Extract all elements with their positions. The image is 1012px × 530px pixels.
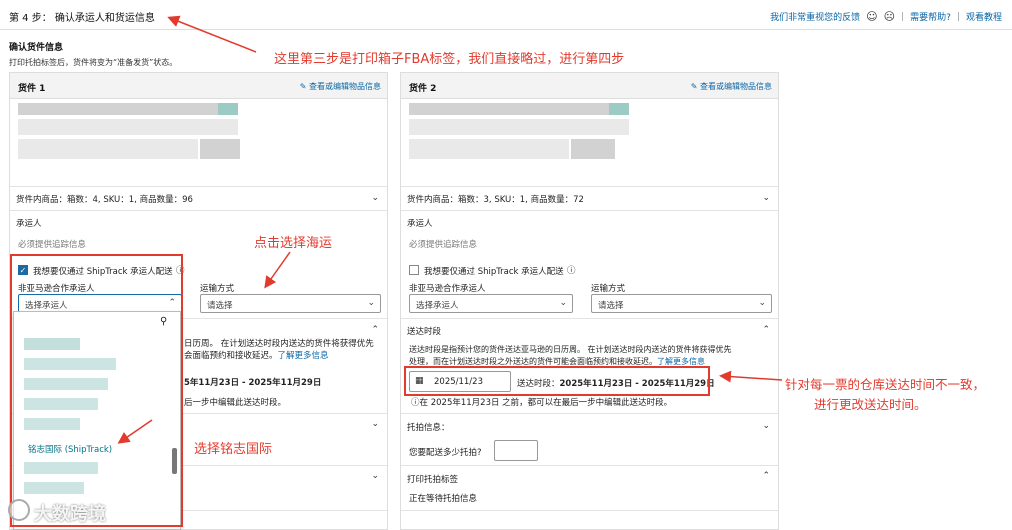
frown-icon[interactable]: ☹ [884,10,895,23]
print-status: 正在等待托拍信息 [409,494,478,504]
feedback-link[interactable]: 我们非常重视您的反馈 [770,10,860,23]
divider [401,186,778,187]
annotation-change-time: 针对每一票的仓库送达时间不一致， [785,377,986,392]
non-partner-label: 非亚马逊合作承运人 [409,284,486,294]
section-desc: 打印托拍标签后，货件将变为“准备发货”状态。 [9,58,178,67]
highlight-box-date [404,366,710,396]
pencil-icon: ✎ [690,82,698,91]
blurred-product [571,139,615,159]
transport-label: 运输方式 [200,284,235,294]
watermark-logo [8,499,30,521]
shiptrack-checkbox[interactable] [409,265,419,275]
edit-items-link[interactable]: ✎ 查看或编辑物品信息 [691,81,772,92]
pallet-question: 您要配送多少托拍? [409,448,482,458]
chevron-down-icon: ⌄ [367,298,375,308]
section-title: 确认货件信息 [9,43,64,53]
shipment-name: 货件 2 [409,84,437,94]
blurred-product [409,119,629,135]
top-links: 我们非常重视您的反馈 ☺ ☹ | 需要帮助? | 观看教程 [770,10,1002,23]
window-title: 送达时段 [407,327,442,337]
shipment-summary: 货件内商品：箱数：4, SKU：1, 商品数量：96 [16,195,193,205]
highlight-box-carrier [10,254,183,527]
blurred-product [409,103,609,115]
divider [401,465,778,466]
annotation-skip-step: 这里第三步是打印箱子FBA标签，我们直接略过，进行第四步 [274,52,625,67]
pencil-icon: ✎ [299,82,307,91]
divider [401,210,778,211]
chevron-down-icon[interactable]: ⌄ [371,193,379,203]
info-icon[interactable]: ⓘ [567,264,576,276]
shiptrack-label: 我想要仅通过 ShipTrack 承运人配送 [424,267,564,277]
divider: | [956,11,960,22]
learn-more-link[interactable]: 了解更多信息 [278,351,329,361]
chevron-up-icon[interactable]: ⌃ [762,471,770,481]
tracking-note: 必须提供追踪信息 [409,240,478,250]
divider [401,413,778,414]
help-link[interactable]: 需要帮助? [910,10,951,23]
blurred-product [200,139,240,159]
window-desc: 处理，而在计划送达时段之外送达的货件可能会面临预约和接收延迟。 [409,357,657,366]
info-icon: ⓘ [411,398,420,408]
shipment-header: 货件 2 ✎ 查看或编辑物品信息 [401,73,778,99]
watermark-text: 大数跨境 [34,504,106,525]
smile-icon[interactable]: ☺ [866,10,877,23]
blurred-product [18,119,238,135]
shipment-name: 货件 1 [18,84,46,94]
chevron-down-icon[interactable]: ⌄ [762,421,770,431]
carrier-select[interactable]: 选择承运人 ⌄ [409,294,573,313]
window-range: 5年11月23日 - 2025年11月29日 [184,378,322,388]
window-desc: 送达时段是指预计您的货件送达亚马逊的日历周。 在计划送达时段内送达的货件将获得优… [409,345,732,354]
shipment-summary: 货件内商品：箱数：3, SKU：1, 商品数量：72 [407,195,584,205]
chevron-down-icon[interactable]: ⌄ [371,471,379,481]
shipment-header: 货件 1 ✎ 查看或编辑物品信息 [10,73,387,99]
blurred-product [218,103,238,115]
blurred-product [18,139,198,159]
blurred-product [18,103,218,115]
transport-label: 运输方式 [591,284,626,294]
learn-more-link[interactable]: 了解更多信息 [657,357,705,366]
carrier-label: 承运人 [407,219,433,229]
chevron-up-icon[interactable]: ⌃ [371,325,379,335]
top-bar: 第 4 步： 确认承运人和货运信息 我们非常重视您的反馈 ☺ ☹ | 需要帮助?… [0,0,1012,30]
divider: | [901,11,905,22]
chevron-down-icon[interactable]: ⌄ [762,193,770,203]
pallet-count-input[interactable] [494,440,538,461]
chevron-down-icon: ⌄ [758,298,766,308]
divider [401,510,778,511]
chevron-down-icon: ⌄ [559,298,567,308]
annotation-change-time: 进行更改送达时间。 [814,397,927,412]
divider [10,186,387,187]
window-desc: 会面临预约和接收延迟。 [184,351,278,361]
carrier-label: 承运人 [16,219,42,229]
blurred-product [409,139,569,159]
transport-select[interactable]: 请选择 ⌄ [200,294,381,313]
transport-select[interactable]: 请选择 ⌄ [591,294,772,313]
annotation-choose-carrier: 选择铭志国际 [194,442,273,457]
chevron-up-icon[interactable]: ⌃ [762,325,770,335]
tracking-note: 必须提供追踪信息 [18,240,87,250]
window-note: 后一步中编辑此送达时段。 [184,398,287,408]
tutorial-link[interactable]: 观看教程 [966,10,1002,23]
print-title: 打印托拍标签 [407,475,459,485]
divider [401,318,778,319]
annotation-choose-sea: 点击选择海运 [254,236,333,251]
chevron-down-icon[interactable]: ⌄ [371,419,379,429]
edit-items-link[interactable]: ✎ 查看或编辑物品信息 [300,81,381,92]
shipment-panel-2: 货件 2 ✎ 查看或编辑物品信息 货件内商品：箱数：3, SKU：1, 商品数量… [400,72,779,530]
step-title: 第 4 步： 确认承运人和货运信息 [9,13,155,24]
window-desc: 日历周。 在计划送达时段内送达的货件将获得优先 [184,339,374,349]
pallet-title: 托拍信息： [407,423,450,433]
divider [10,210,387,211]
window-note: 在 2025年11月23日 之前，都可以在最后一步中编辑此送达时段。 [419,398,673,408]
blurred-product [609,103,629,115]
